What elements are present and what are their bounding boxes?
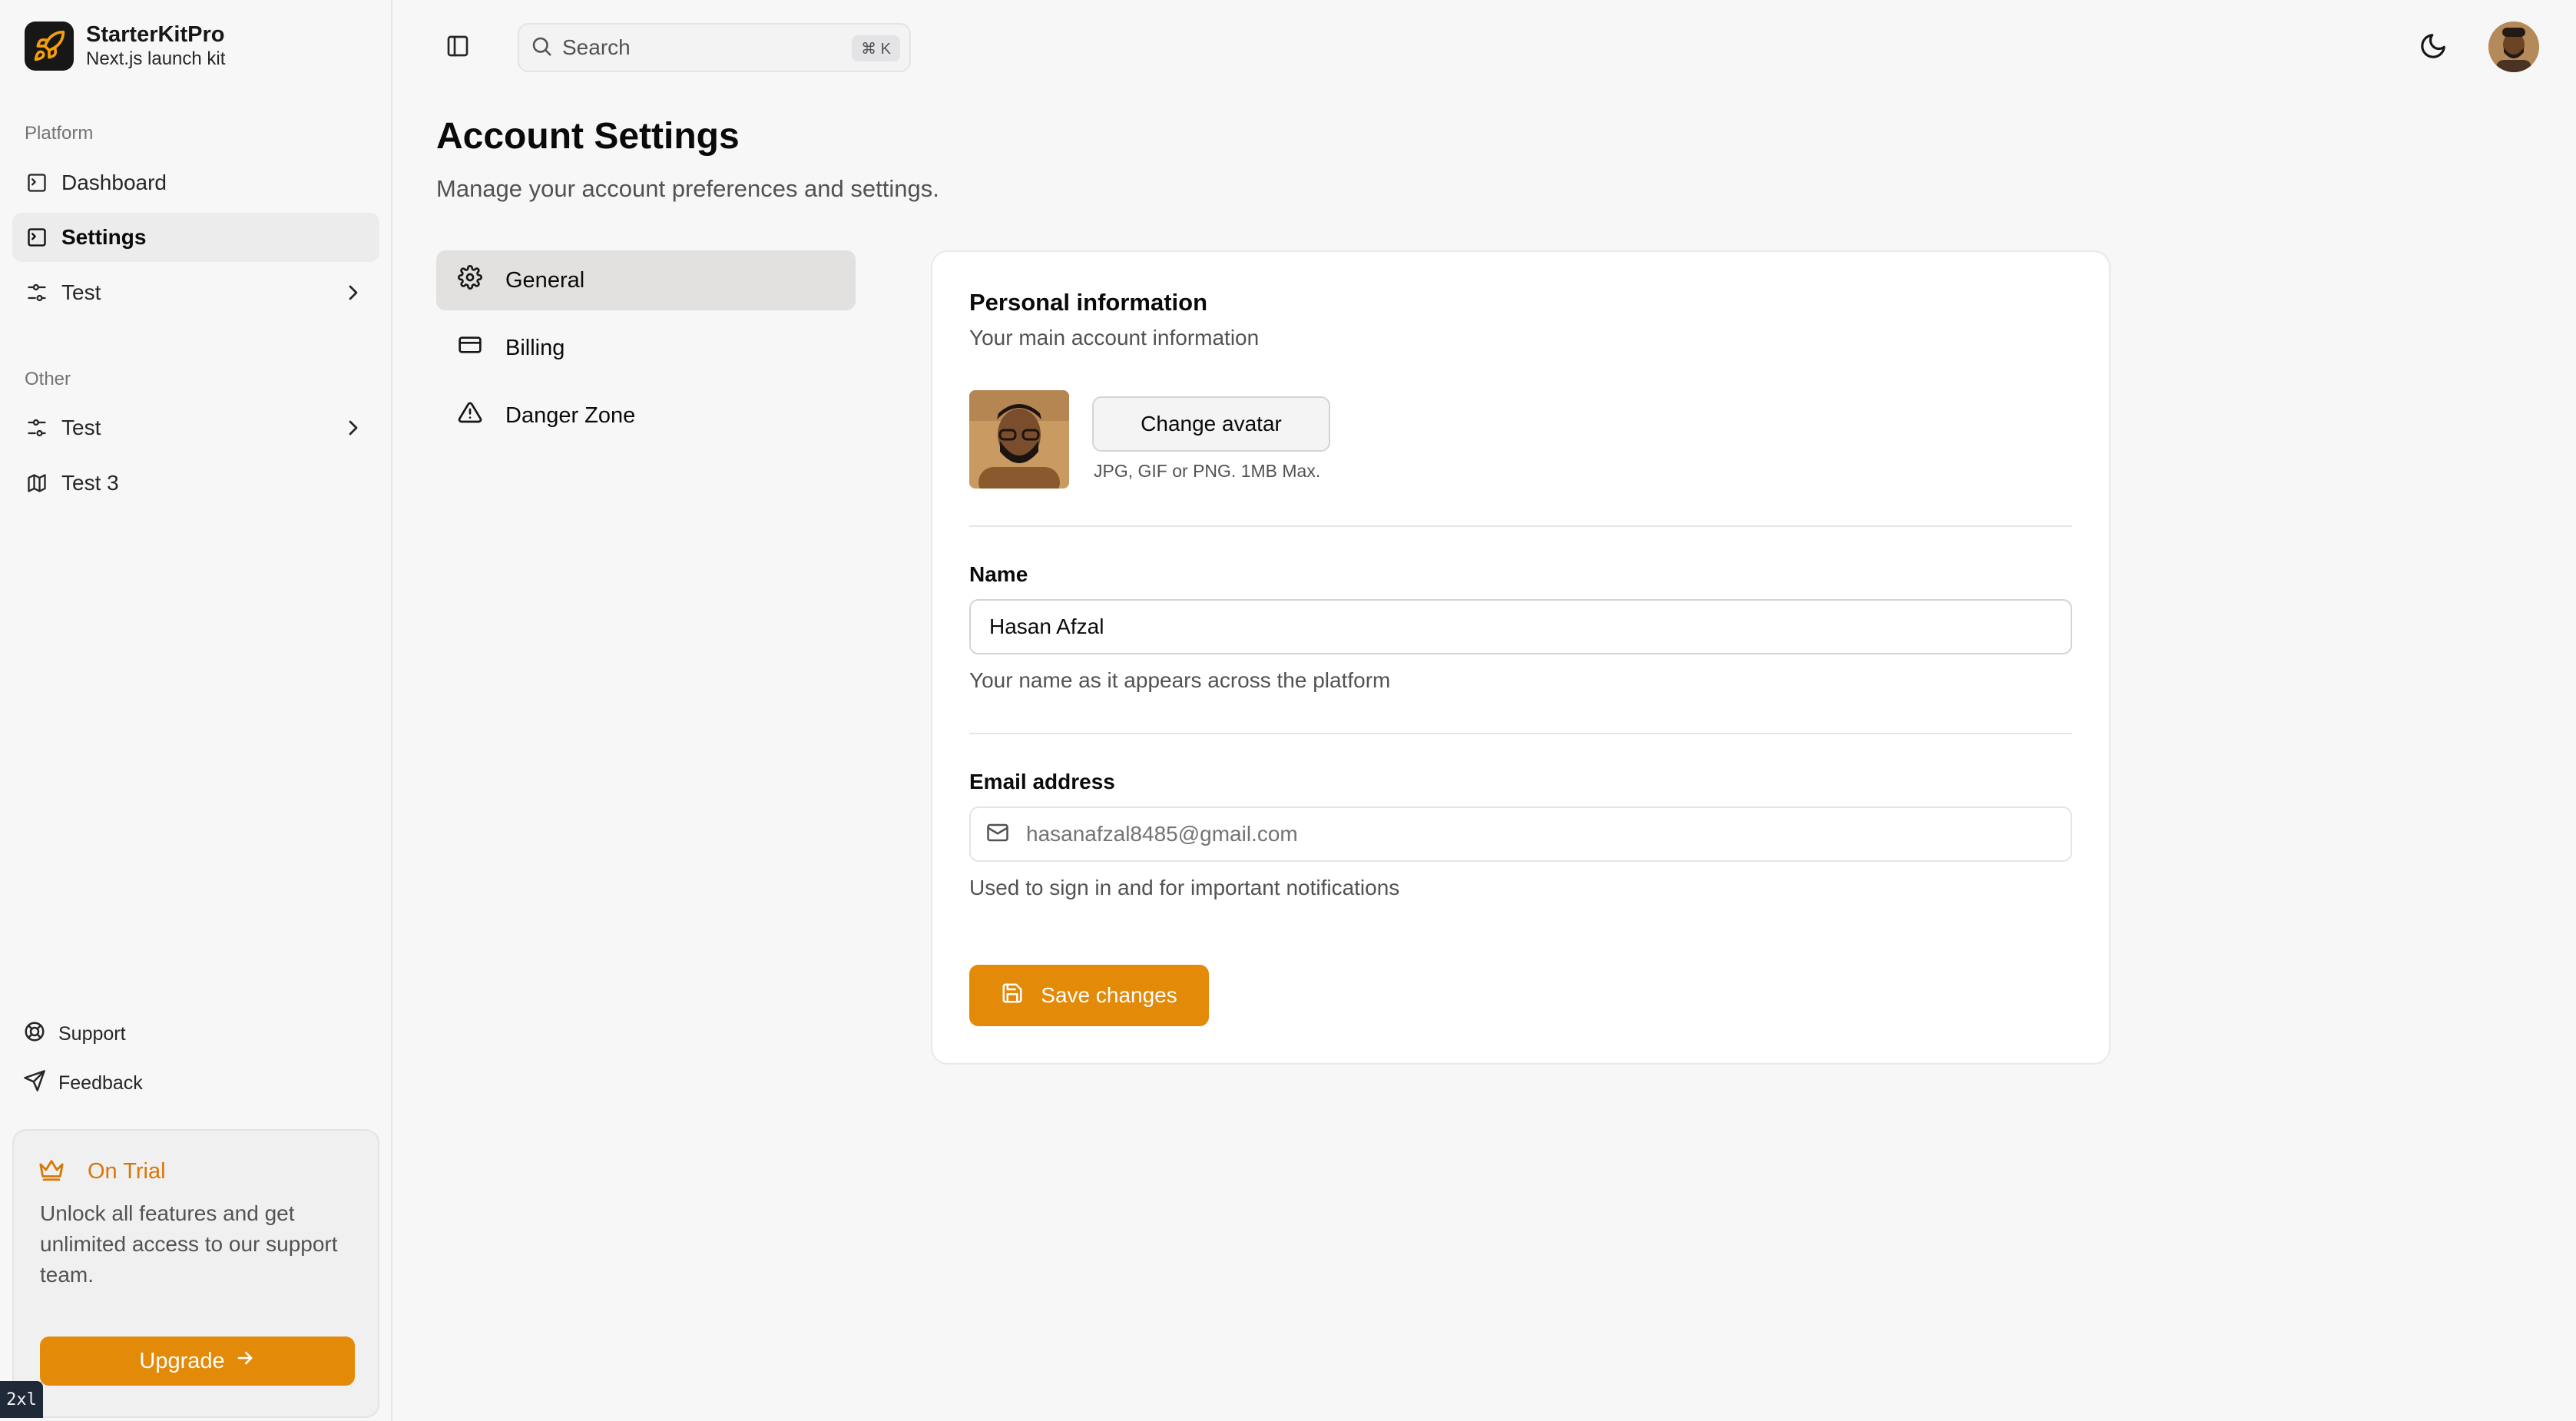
sidebar-item-label: Feedback xyxy=(58,1072,143,1094)
sidebar-item-label: Support xyxy=(58,1022,126,1045)
mail-icon xyxy=(986,821,1009,848)
sliders-icon xyxy=(25,416,49,440)
chevron-right-icon xyxy=(341,416,366,440)
upgrade-label: Upgrade xyxy=(139,1348,225,1373)
trial-description: Unlock all features and get unlimited ac… xyxy=(40,1201,338,1287)
save-changes-label: Save changes xyxy=(1041,983,1177,1007)
save-icon xyxy=(1001,982,1024,1010)
change-avatar-button[interactable]: Change avatar xyxy=(1092,396,1330,452)
panel-left-icon xyxy=(445,34,470,62)
map-icon xyxy=(25,471,49,495)
moon-icon xyxy=(2419,31,2448,65)
sidebar-item-label: Test 3 xyxy=(61,471,119,495)
rocket-logo-icon xyxy=(25,22,74,71)
email-help: Used to sign in and for important notifi… xyxy=(969,876,1400,899)
credit-card-icon xyxy=(458,333,482,363)
save-changes-button[interactable]: Save changes xyxy=(969,965,1209,1026)
brand-tagline: Next.js launch kit xyxy=(86,48,226,69)
sidebar-item-label: Test xyxy=(61,416,101,439)
search-icon xyxy=(530,35,553,61)
theme-toggle-button[interactable] xyxy=(2415,29,2452,66)
search-input[interactable] xyxy=(562,35,816,60)
upgrade-button[interactable]: Upgrade xyxy=(40,1337,355,1386)
email-input[interactable] xyxy=(1026,822,2025,846)
sidebar-item-feedback[interactable]: Feedback xyxy=(23,1066,143,1100)
trial-card: On Trial Unlock all features and get unl… xyxy=(12,1129,379,1418)
profile-avatar xyxy=(969,390,1069,489)
arrow-right-icon xyxy=(234,1347,256,1375)
send-icon xyxy=(23,1069,46,1098)
terminal-square-icon xyxy=(25,225,49,250)
brand[interactable]: StarterKitPro Next.js launch kit xyxy=(25,22,225,71)
user-avatar[interactable] xyxy=(2488,22,2539,72)
settings-tab-billing[interactable]: Billing xyxy=(436,318,856,378)
sidebar-item-dashboard[interactable]: Dashboard xyxy=(12,158,379,207)
divider xyxy=(969,525,2072,527)
email-field[interactable] xyxy=(969,807,2072,862)
trial-title: On Trial xyxy=(88,1159,166,1184)
terminal-square-icon xyxy=(25,171,49,195)
alert-triangle-icon xyxy=(458,400,482,431)
sidebar-item-label: Dashboard xyxy=(61,171,167,194)
group-label-platform: Platform xyxy=(25,123,94,144)
settings-tab-label: Billing xyxy=(505,335,565,360)
app-root: StarterKitPro Next.js launch kit Platfor… xyxy=(0,0,2576,1421)
group-label-other: Other xyxy=(25,369,71,389)
sidebar-item-label: Test xyxy=(61,280,101,304)
sidebar-item-test[interactable]: Test xyxy=(12,268,379,317)
brand-name: StarterKitPro xyxy=(86,22,225,47)
sidebar-item-test-other[interactable]: Test xyxy=(12,403,379,452)
chevron-right-icon xyxy=(341,280,366,305)
life-buoy-icon xyxy=(23,1020,46,1048)
avatar-hint: JPG, GIF or PNG. 1MB Max. xyxy=(1094,461,1321,481)
sidebar: StarterKitPro Next.js launch kit Platfor… xyxy=(0,0,392,1421)
card-title: Personal information xyxy=(969,289,1208,316)
settings-tab-general[interactable]: General xyxy=(436,250,856,310)
divider xyxy=(969,733,2072,734)
settings-tab-danger-zone[interactable]: Danger Zone xyxy=(436,386,856,446)
sidebar-item-support[interactable]: Support xyxy=(23,1017,126,1051)
gear-icon xyxy=(458,265,482,296)
page-title: Account Settings xyxy=(436,116,740,157)
sidebar-item-settings[interactable]: Settings xyxy=(12,213,379,262)
card-subtitle: Your main account information xyxy=(969,326,1260,349)
search-bar[interactable]: ⌘ K xyxy=(518,23,911,72)
name-input[interactable] xyxy=(969,599,2072,654)
page-subtitle: Manage your account preferences and sett… xyxy=(436,175,939,202)
name-label: Name xyxy=(969,562,1028,586)
crown-icon xyxy=(38,1157,65,1187)
settings-tab-label: General xyxy=(505,267,585,293)
sliders-icon xyxy=(25,280,49,305)
name-help: Your name as it appears across the platf… xyxy=(969,668,1391,692)
search-shortcut-kbd: ⌘ K xyxy=(852,35,900,61)
sidebar-item-label: Settings xyxy=(61,225,147,249)
sidebar-item-test-3[interactable]: Test 3 xyxy=(12,459,379,508)
breakpoint-badge: 2xl xyxy=(0,1381,43,1418)
settings-tab-label: Danger Zone xyxy=(505,402,636,428)
personal-info-card: Personal information Your main account i… xyxy=(931,250,2111,1065)
email-label: Email address xyxy=(969,770,1115,793)
sidebar-toggle-button[interactable] xyxy=(439,31,476,65)
